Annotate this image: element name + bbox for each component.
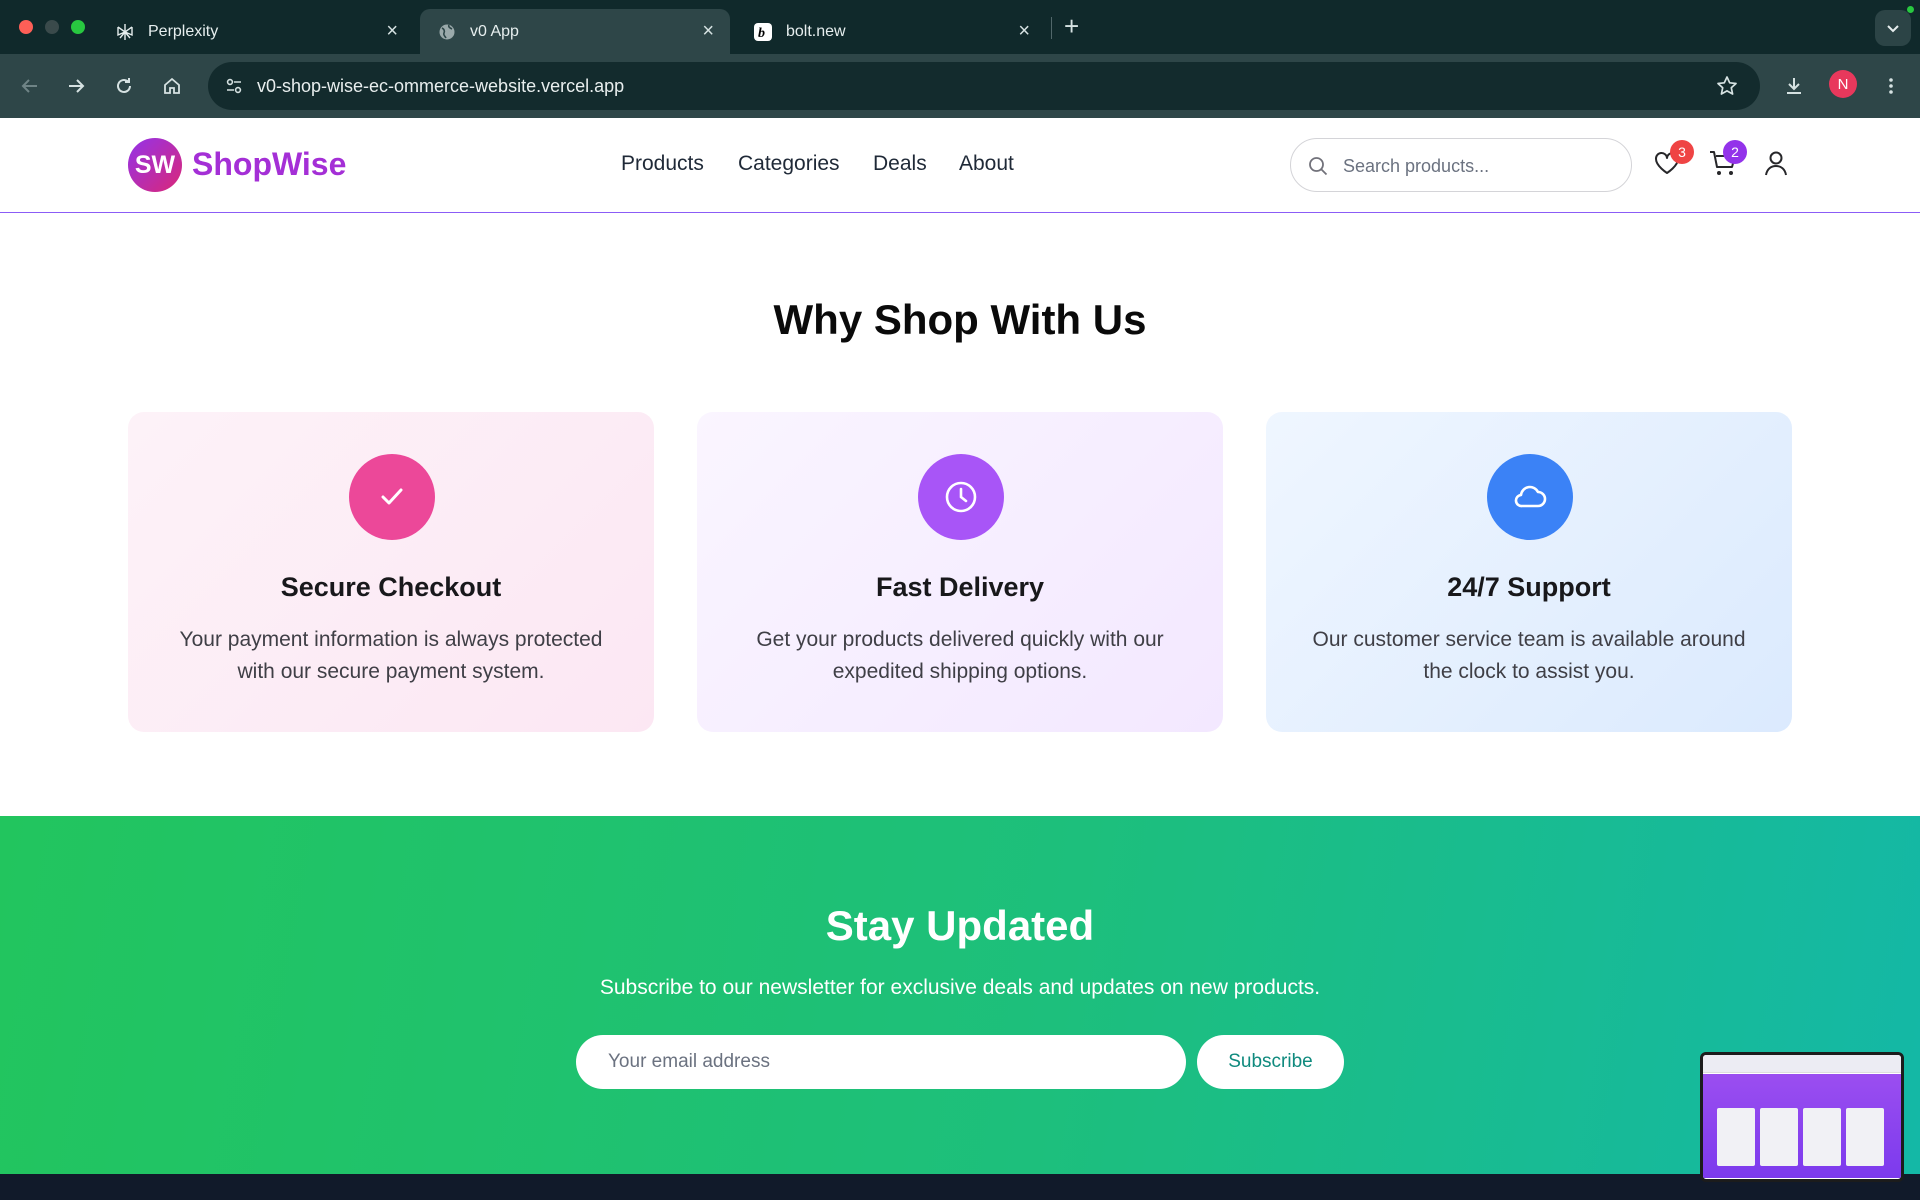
arrow-left-icon [21, 79, 37, 93]
svg-text:b: b [758, 26, 765, 39]
thumbnail-card [1803, 1108, 1841, 1166]
tab-perplexity[interactable]: Perplexity × [98, 9, 414, 54]
downloads-button[interactable] [1778, 70, 1810, 102]
thumbnail-card [1760, 1108, 1798, 1166]
arrow-right-icon [69, 79, 85, 93]
feature-title: Secure Checkout [280, 572, 502, 602]
search-input[interactable] [1343, 151, 1613, 181]
reload-icon [117, 78, 131, 93]
newsletter-subtitle: Subscribe to our newsletter for exclusiv… [599, 976, 1321, 999]
maximize-window-button[interactable] [71, 20, 85, 34]
feature-description: Your payment information is always prote… [179, 628, 603, 683]
url-text: v0-shop-wise-ec-ommerce-website.vercel.a… [257, 76, 625, 96]
feature-title: Fast Delivery [875, 572, 1045, 602]
tab-v0-app[interactable]: v0 App × [420, 9, 730, 54]
profile-avatar[interactable]: N [1829, 70, 1857, 98]
reload-button[interactable] [108, 70, 140, 102]
tab-title: Perplexity [148, 22, 219, 40]
download-icon [1787, 78, 1801, 94]
chevron-down-icon [1887, 25, 1899, 33]
forward-button[interactable] [60, 70, 92, 102]
wishlist-count-badge: 3 [1670, 140, 1694, 164]
cart-count-badge: 2 [1723, 140, 1747, 164]
feature-description: Get your products delivered quickly with… [756, 628, 1164, 683]
more-vertical-icon [1889, 78, 1893, 94]
cloud-icon [1487, 454, 1573, 540]
browser-toolbar: v0-shop-wise-ec-ommerce-website.vercel.a… [0, 54, 1920, 118]
logo-mark[interactable]: SW [128, 138, 182, 192]
minimize-window-button[interactable] [45, 20, 59, 34]
home-button[interactable] [156, 70, 188, 102]
nav-products[interactable]: Products [621, 152, 704, 176]
bolt-icon: b [754, 22, 772, 41]
thumbnail-header [1703, 1055, 1901, 1073]
preview-thumbnail[interactable] [1700, 1052, 1904, 1182]
globe-icon [438, 23, 456, 41]
tab-search-button[interactable] [1875, 10, 1911, 46]
nav-categories[interactable]: Categories [738, 152, 840, 176]
user-icon [1765, 151, 1787, 176]
site-info-button[interactable] [218, 70, 250, 102]
newsletter-section: Stay Updated Subscribe to our newsletter… [0, 816, 1920, 1174]
site-header: SW ShopWise Products Categories Deals Ab… [0, 118, 1920, 213]
feature-card-secure-checkout: Secure Checkout Your payment information… [128, 412, 654, 732]
tune-icon [226, 78, 242, 94]
section-title: Why Shop With Us [773, 296, 1147, 343]
nav-about[interactable]: About [959, 152, 1014, 176]
back-button[interactable] [14, 70, 46, 102]
perplexity-icon [116, 23, 134, 41]
address-bar[interactable]: v0-shop-wise-ec-ommerce-website.vercel.a… [208, 62, 1760, 110]
check-icon [349, 454, 435, 540]
thumbnail-card [1717, 1108, 1755, 1166]
feature-description: Our customer service team is available a… [1312, 628, 1746, 683]
thumbnail-hero [1703, 1074, 1901, 1178]
bookmark-button[interactable] [1713, 72, 1741, 100]
search-icon [1309, 157, 1328, 176]
subscribe-button[interactable]: Subscribe [1197, 1035, 1344, 1089]
search-box [1290, 138, 1632, 192]
star-icon [1717, 76, 1737, 95]
browser-menu-button[interactable] [1875, 70, 1907, 102]
tab-bolt[interactable]: b bolt.new × [736, 9, 1046, 54]
status-dot [1907, 6, 1914, 13]
account-button[interactable] [1759, 146, 1793, 180]
home-icon [164, 77, 180, 94]
feature-card-fast-delivery: Fast Delivery Get your products delivere… [697, 412, 1223, 732]
browser-tab-bar: Perplexity × v0 App × b bolt.new × + [0, 0, 1920, 54]
new-tab-button[interactable]: + [1064, 11, 1079, 42]
footer [0, 1174, 1920, 1200]
newsletter-title: Stay Updated [825, 902, 1095, 949]
logo-text[interactable]: ShopWise [192, 146, 346, 183]
clock-icon [918, 454, 1004, 540]
tab-title: v0 App [470, 22, 519, 40]
feature-card-support: 24/7 Support Our customer service team i… [1266, 412, 1792, 732]
tab-title: bolt.new [786, 22, 846, 40]
close-window-button[interactable] [19, 20, 33, 34]
nav-deals[interactable]: Deals [873, 152, 927, 176]
email-field[interactable] [576, 1035, 1186, 1089]
close-tab-icon[interactable]: × [702, 20, 714, 42]
close-tab-icon[interactable]: × [386, 20, 398, 42]
thumbnail-card [1846, 1108, 1884, 1166]
close-tab-icon[interactable]: × [1018, 20, 1030, 42]
tab-divider [1051, 17, 1052, 39]
feature-title: 24/7 Support [1447, 572, 1611, 602]
